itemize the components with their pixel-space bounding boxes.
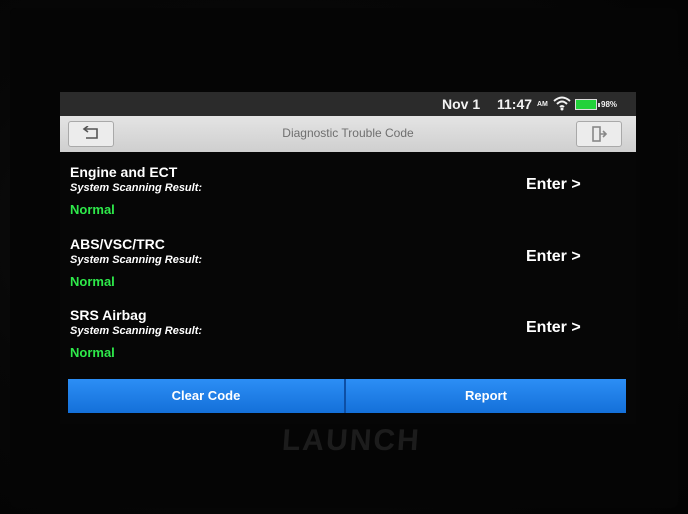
back-arrow-icon — [82, 126, 98, 139]
scan-result-label: System Scanning Result: — [70, 182, 203, 194]
title-bar: Diagnostic Trouble Code — [60, 116, 636, 152]
page-title: Diagnostic Trouble Code — [282, 126, 414, 140]
exit-button[interactable] — [576, 121, 622, 147]
system-name: ABS/VSC/TRC — [70, 236, 165, 252]
wifi-icon — [553, 96, 571, 111]
battery-icon — [575, 99, 600, 110]
back-button[interactable] — [68, 121, 114, 147]
scan-result-label: System Scanning Result: — [70, 254, 203, 266]
enter-button[interactable]: Enter > — [526, 176, 596, 198]
device-brand-logo: LAUNCH — [280, 424, 422, 457]
clear-code-button[interactable]: Clear Code — [68, 379, 344, 413]
system-name: SRS Airbag — [70, 307, 147, 323]
scan-status: Normal — [70, 274, 115, 289]
scan-result-label: System Scanning Result: — [70, 325, 203, 337]
system-item-srs-airbag[interactable]: SRS Airbag System Scanning Result: Norma… — [60, 307, 636, 377]
status-bar: Nov 1 11:47 AM 98% — [60, 92, 636, 116]
status-am-pm: AM — [537, 101, 548, 108]
system-item-abs-vsc-trc[interactable]: ABS/VSC/TRC System Scanning Result: Norm… — [60, 236, 636, 306]
system-name: Engine and ECT — [70, 164, 178, 180]
enter-button[interactable]: Enter > — [526, 319, 596, 341]
status-battery-percent: 98% — [601, 100, 618, 109]
scan-status: Normal — [70, 202, 115, 217]
scan-status: Normal — [70, 345, 115, 360]
status-date: Nov 1 — [442, 96, 481, 112]
action-bar: Clear Code Report — [68, 379, 626, 413]
exit-icon — [592, 126, 608, 142]
device-screen: Nov 1 11:47 AM 98% Diagnostic Trouble Co… — [60, 92, 636, 424]
status-time: 11:47 — [497, 96, 533, 112]
report-button[interactable]: Report — [346, 379, 626, 413]
enter-button[interactable]: Enter > — [526, 248, 596, 270]
system-item-engine-ect[interactable]: Engine and ECT System Scanning Result: N… — [60, 164, 636, 234]
